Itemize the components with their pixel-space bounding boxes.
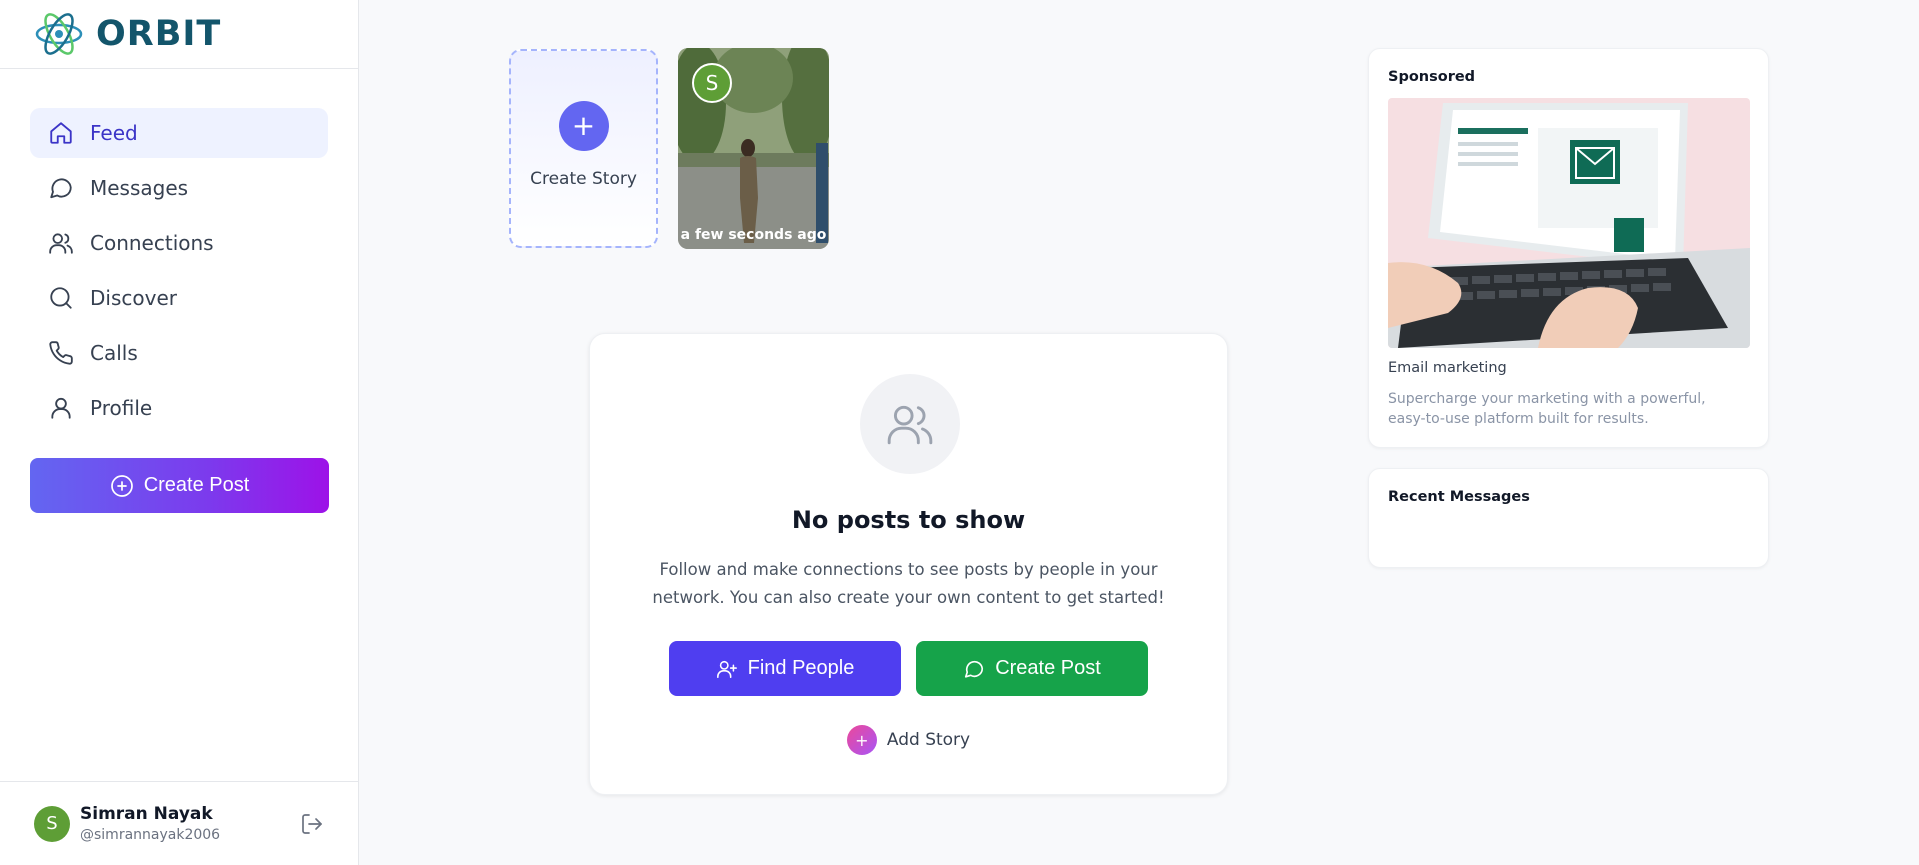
atom-logo-icon: [35, 13, 83, 55]
sidebar-item-messages[interactable]: Messages: [30, 163, 328, 213]
users-icon: [49, 233, 73, 254]
empty-description: Follow and make connections to see posts…: [652, 560, 1165, 607]
home-icon: [50, 122, 72, 144]
empty-title: No posts to show: [791, 506, 1026, 534]
sidebar-item-label: Profile: [90, 396, 153, 420]
story-timestamp: a few seconds ago: [680, 227, 827, 243]
plus-circle-icon: [110, 474, 133, 497]
sidebar-item-label: Calls: [90, 341, 138, 365]
sidebar-item-label: Discover: [90, 286, 177, 310]
sidebar-item-discover[interactable]: Discover: [30, 273, 328, 323]
current-user: S Simran Nayak @simrannayak2006: [0, 781, 358, 865]
app-name: ORBIT: [96, 14, 222, 54]
story-card[interactable]: S a few seconds ago: [678, 48, 829, 249]
add-story-label: Add Story: [886, 730, 971, 750]
search-icon: [50, 287, 72, 309]
logout-icon[interactable]: [300, 812, 324, 836]
users-empty-icon: [860, 374, 960, 474]
user-plus-icon: [716, 660, 737, 678]
sidebar-item-profile[interactable]: Profile: [30, 383, 328, 433]
laptop-email-illustration: [1388, 98, 1750, 348]
create-story-label: Create Story: [530, 168, 637, 189]
story-avatar: S: [692, 63, 732, 103]
phone-icon: [49, 341, 73, 365]
recent-messages-panel: Recent Messages: [1368, 468, 1769, 568]
find-people-label: Find People: [747, 657, 855, 679]
sidebar-item-label: Feed: [90, 121, 138, 145]
sidebar-item-label: Connections: [90, 231, 214, 255]
avatar[interactable]: S: [34, 805, 70, 842]
sponsored-panel: Sponsored Email marketing Supercharge yo…: [1368, 48, 1769, 448]
sidebar-create-post-button[interactable]: Create Post: [30, 458, 329, 513]
recent-messages-title: Recent Messages: [1388, 489, 1530, 505]
find-people-button[interactable]: Find People: [669, 641, 901, 696]
plus-icon: +: [846, 725, 877, 755]
main-nav: Feed Messages Connections Discover Calls…: [0, 69, 358, 433]
logo[interactable]: ORBIT: [0, 0, 358, 69]
empty-feed-card: No posts to show Follow and make connect…: [589, 333, 1228, 795]
message-icon: [50, 178, 72, 199]
sidebar-item-feed[interactable]: Feed: [30, 108, 328, 158]
ad-title[interactable]: Email marketing: [1388, 360, 1507, 376]
create-post-label: Create Post: [995, 657, 1101, 679]
create-post-label: Create Post: [143, 474, 250, 496]
create-post-button[interactable]: Create Post: [916, 641, 1148, 696]
users-icon: [887, 405, 933, 445]
user-info: Simran Nayak @simrannayak2006: [80, 804, 220, 843]
user-icon: [51, 397, 71, 419]
user-name: Simran Nayak: [80, 804, 213, 824]
plus-icon: +: [558, 100, 609, 151]
ad-description: Supercharge your marketing with a powerf…: [1388, 391, 1706, 427]
sidebar: ORBIT Feed Messages Connections Discover…: [0, 0, 359, 865]
sponsored-title: Sponsored: [1388, 69, 1476, 85]
user-handle: @simrannayak2006: [80, 827, 221, 843]
sidebar-item-calls[interactable]: Calls: [30, 328, 328, 378]
sidebar-item-connections[interactable]: Connections: [30, 218, 328, 268]
add-story-button[interactable]: + Add Story: [590, 725, 1227, 755]
sidebar-item-label: Messages: [90, 176, 189, 200]
message-icon: [965, 660, 984, 678]
ad-image[interactable]: [1388, 98, 1750, 348]
create-story-card[interactable]: + Create Story: [509, 49, 658, 248]
